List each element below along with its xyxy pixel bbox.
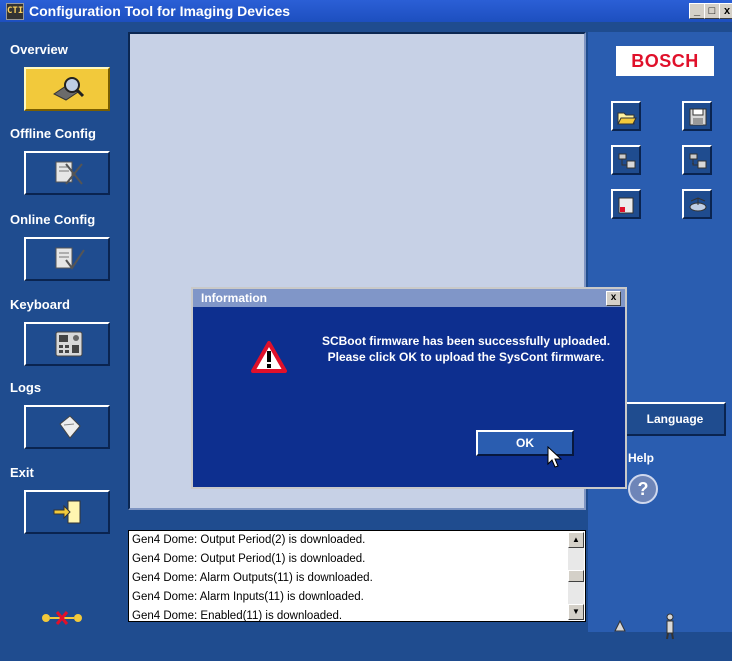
magnifier-icon [53,77,85,101]
connection-status-icon [42,611,82,625]
title-bar: CTI Configuration Tool for Imaging Devic… [0,0,732,22]
download-button[interactable] [682,145,712,175]
dialog-title-bar: Information x [193,289,625,307]
logs-icon [59,415,81,439]
app-window: CTI Configuration Tool for Imaging Devic… [0,0,732,661]
sidebar-label-offline-config: Offline Config [10,126,96,141]
log-list[interactable]: Gen4 Dome: Output Period(2) is downloade… [128,530,586,622]
log-line: Gen4 Dome: Output Period(2) is downloade… [132,534,366,546]
offline-config-button[interactable] [24,151,110,195]
scroll-thumb[interactable] [568,570,584,582]
maximize-button[interactable]: □ [704,3,720,19]
close-window-button[interactable]: x [719,3,732,19]
open-file-button[interactable] [611,101,641,131]
language-button[interactable]: Language [624,402,726,436]
open-folder-icon [617,112,637,125]
overview-button[interactable] [24,67,110,111]
folder-button[interactable] [611,189,641,219]
sidebar-label-overview: Overview [10,42,68,57]
online-config-button[interactable] [24,237,110,281]
save-button[interactable] [682,101,712,131]
dialog-title: Information [201,291,267,305]
log-scrollbar[interactable]: ▲ ▼ [568,532,584,620]
network-icon [689,197,707,212]
help-label: Help [628,451,655,465]
app-icon: CTI [6,3,24,20]
keyboard-icon [55,331,83,357]
dialog-close-button[interactable]: x [606,291,621,306]
save-icon [689,108,707,126]
network-button[interactable] [682,189,712,219]
online-config-icon [55,247,85,270]
log-line: Gen4 Dome: Alarm Inputs(11) is downloade… [132,591,364,603]
bosch-logo: BOSCH [616,46,714,76]
dialog-message: SCBoot firmware has been successfully up… [321,334,611,364]
window-title: Configuration Tool for Imaging Devices [29,3,291,19]
bell-icon [614,619,626,632]
logs-button[interactable] [24,405,110,449]
folder-icon [618,197,634,214]
download-icon [689,153,707,169]
sidebar-label-keyboard: Keyboard [10,297,70,312]
user-figure-icon [666,613,674,640]
offline-config-icon [55,161,83,185]
scroll-up-button[interactable]: ▲ [568,532,584,548]
log-line: Gen4 Dome: Enabled(11) is downloaded. [132,610,343,622]
warning-icon [251,341,287,373]
sidebar-label-online-config: Online Config [10,212,96,227]
minimize-button[interactable]: _ [689,3,705,19]
sidebar-label-exit: Exit [10,465,34,480]
upload-icon [618,153,636,169]
exit-icon [53,500,81,524]
log-line: Gen4 Dome: Alarm Outputs(11) is download… [132,572,373,584]
keyboard-button[interactable] [24,322,110,366]
help-icon[interactable]: ? [628,474,658,504]
upload-button[interactable] [611,145,641,175]
scroll-down-button[interactable]: ▼ [568,604,584,620]
exit-button[interactable] [24,490,110,534]
sidebar-label-logs: Logs [10,380,42,395]
mouse-cursor-icon [547,446,563,468]
log-line: Gen4 Dome: Output Period(1) is downloade… [132,553,366,565]
